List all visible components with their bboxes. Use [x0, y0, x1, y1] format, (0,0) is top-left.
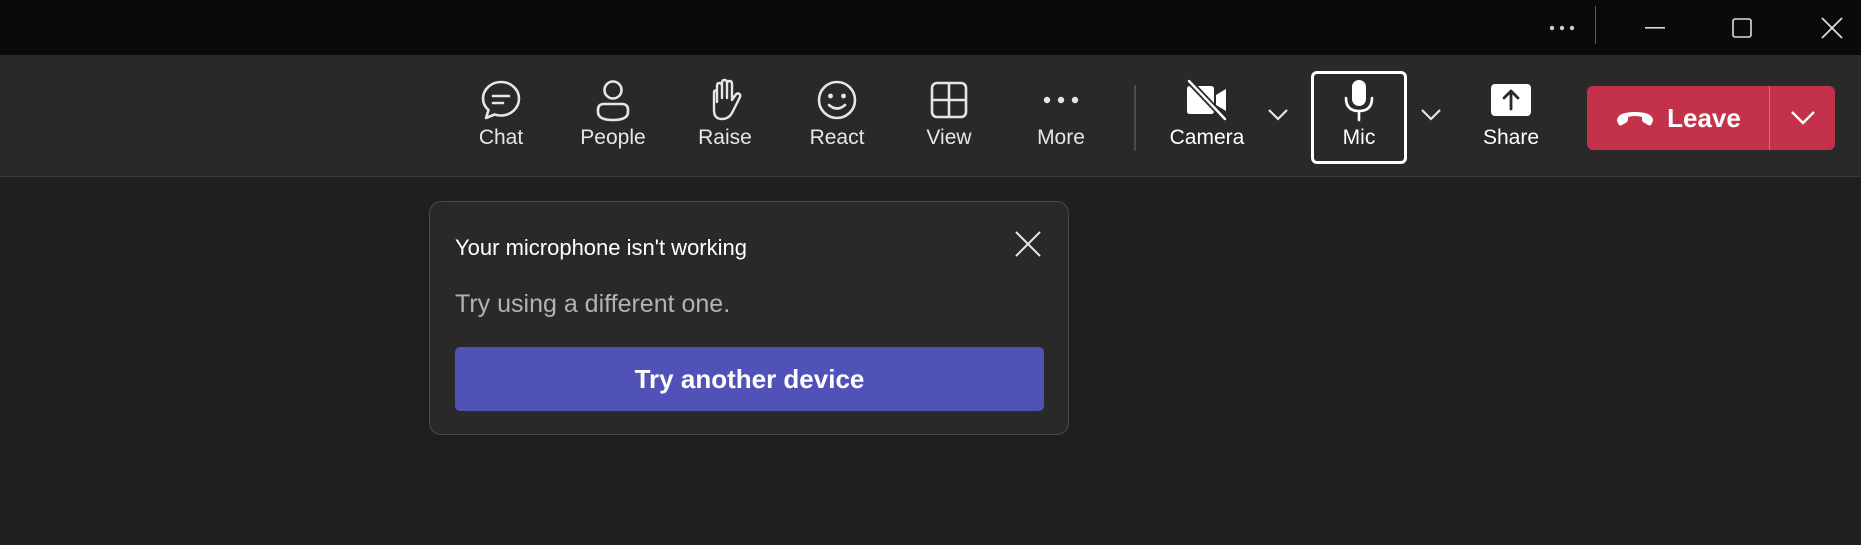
react-button[interactable]: React	[787, 55, 887, 177]
view-button[interactable]: View	[899, 55, 999, 177]
more-button[interactable]: More	[1011, 55, 1111, 177]
chat-icon	[481, 80, 521, 120]
raise-label: Raise	[698, 126, 752, 149]
popup-close-button[interactable]	[1010, 226, 1046, 262]
share-button[interactable]: Share	[1461, 55, 1561, 177]
meeting-toolbar: Chat People Raise React View More Camera…	[0, 55, 1861, 177]
minimize-button[interactable]	[1627, 0, 1683, 55]
people-icon	[596, 80, 630, 122]
mic-button[interactable]: Mic	[1309, 55, 1409, 177]
try-another-device-button[interactable]: Try another device	[455, 347, 1044, 411]
mic-options-button[interactable]	[1414, 95, 1448, 135]
more-label: More	[1037, 126, 1085, 149]
popup-title: Your microphone isn't working	[455, 235, 747, 260]
camera-options-button[interactable]	[1261, 95, 1295, 135]
more-horizontal-icon	[1043, 96, 1079, 104]
close-icon	[1015, 231, 1041, 257]
toolbar-divider	[1134, 85, 1136, 151]
popup-message: Try using a different one.	[455, 290, 731, 318]
minimize-icon	[1645, 26, 1665, 29]
camera-off-icon	[1186, 79, 1228, 121]
leave-options-button[interactable]	[1770, 86, 1835, 150]
chat-button[interactable]: Chat	[451, 55, 551, 177]
view-label: View	[926, 126, 972, 149]
chevron-down-icon	[1421, 109, 1441, 121]
maximize-icon	[1732, 17, 1752, 38]
raise-hand-icon	[712, 78, 742, 121]
camera-button[interactable]: Camera	[1157, 55, 1257, 177]
raise-hand-button[interactable]: Raise	[675, 55, 775, 177]
window-titlebar	[0, 0, 1861, 55]
microphone-icon	[1344, 80, 1374, 122]
close-icon	[1821, 16, 1843, 39]
more-horizontal-icon	[1549, 25, 1575, 30]
share-label: Share	[1482, 126, 1540, 149]
mic-label: Mic	[1342, 126, 1376, 149]
react-label: React	[809, 126, 865, 149]
phone-hangup-icon	[1617, 112, 1654, 126]
leave-button[interactable]: Leave	[1587, 86, 1769, 150]
mic-warning-popup: Your microphone isn't working Try using …	[429, 201, 1069, 435]
chat-label: Chat	[478, 126, 524, 149]
maximize-button[interactable]	[1714, 0, 1770, 55]
titlebar-divider	[1595, 6, 1596, 44]
leave-divider	[1769, 86, 1770, 150]
chevron-down-icon	[1790, 111, 1815, 125]
share-screen-icon	[1491, 84, 1531, 116]
grid-icon	[930, 81, 968, 119]
leave-control: Leave	[1587, 86, 1835, 150]
people-label: People	[580, 126, 646, 149]
smiley-icon	[817, 80, 857, 120]
people-button[interactable]: People	[563, 55, 663, 177]
chevron-down-icon	[1268, 109, 1288, 121]
more-options-button[interactable]	[1534, 0, 1590, 55]
close-window-button[interactable]	[1804, 0, 1860, 55]
camera-label: Camera	[1169, 126, 1245, 149]
leave-label: Leave	[1667, 102, 1741, 133]
